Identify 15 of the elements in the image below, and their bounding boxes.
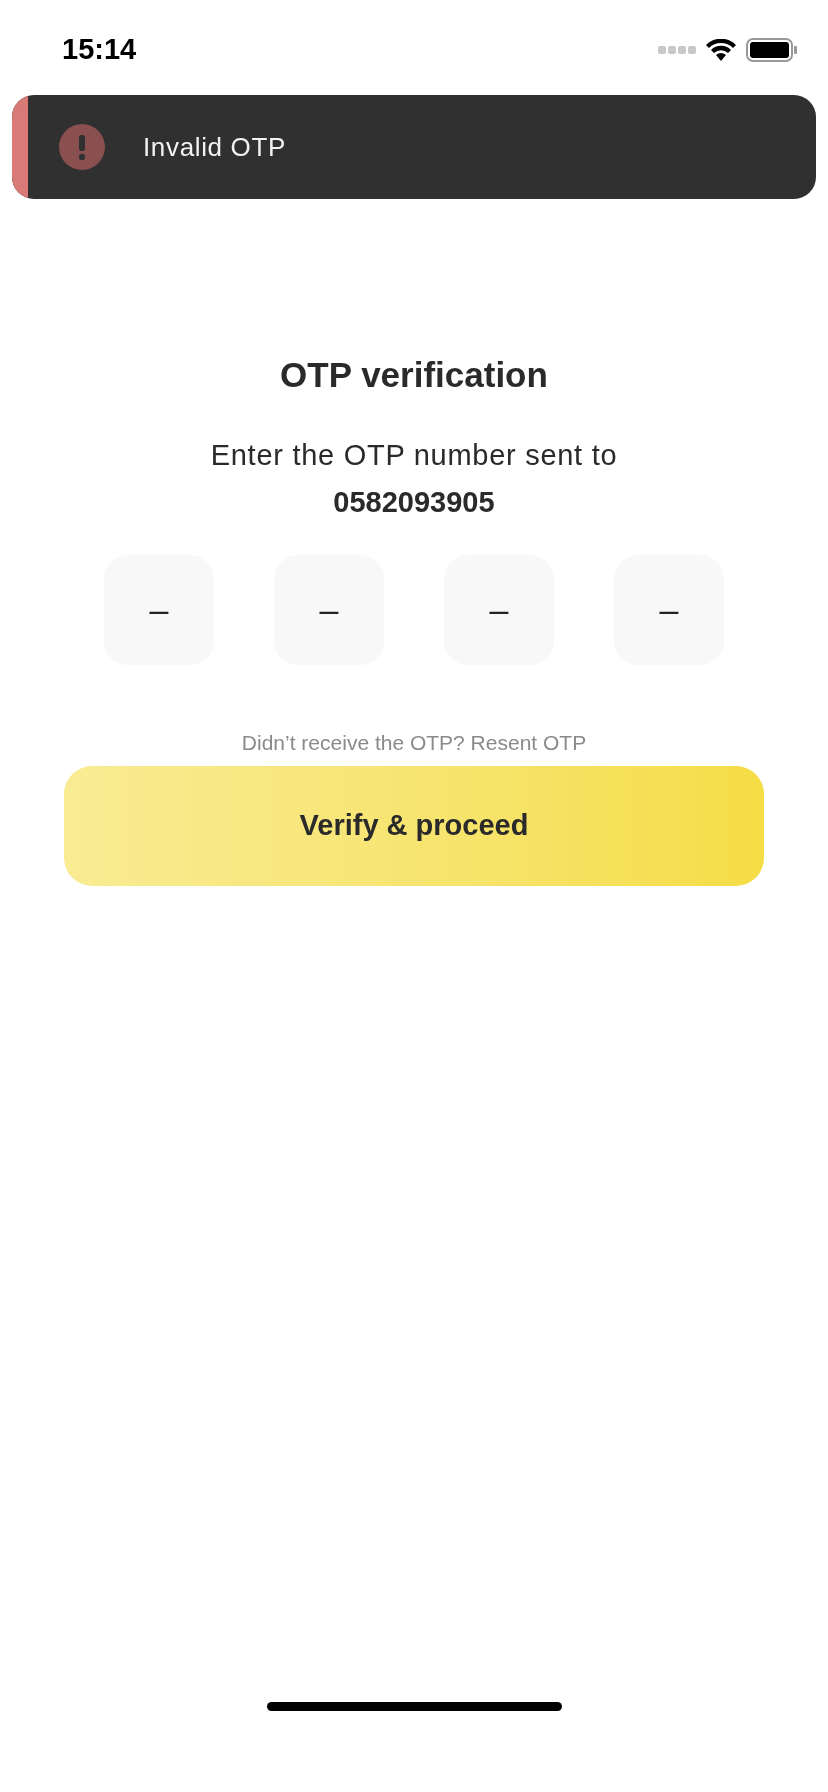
wifi-icon	[706, 39, 736, 61]
alert-icon	[59, 124, 105, 170]
instruction-text: Enter the OTP number sent to	[210, 437, 618, 473]
status-time: 15:14	[62, 32, 137, 68]
battery-icon	[746, 38, 798, 62]
otp-digit-field[interactable]: –	[274, 554, 384, 665]
otp-digit-field[interactable]: –	[614, 554, 724, 665]
page-title: OTP verification	[280, 354, 548, 396]
resend-hint: Didn’t receive the OTP? Resent OTP	[241, 729, 587, 756]
otp-digit-field[interactable]: –	[104, 554, 214, 665]
toast-message: Invalid OTP	[143, 130, 286, 164]
verify-button[interactable]: Verify & proceed	[64, 766, 764, 886]
signal-icon	[658, 45, 696, 55]
phone-number: 0582093905	[333, 485, 495, 520]
otp-digit-field[interactable]: –	[444, 554, 554, 665]
